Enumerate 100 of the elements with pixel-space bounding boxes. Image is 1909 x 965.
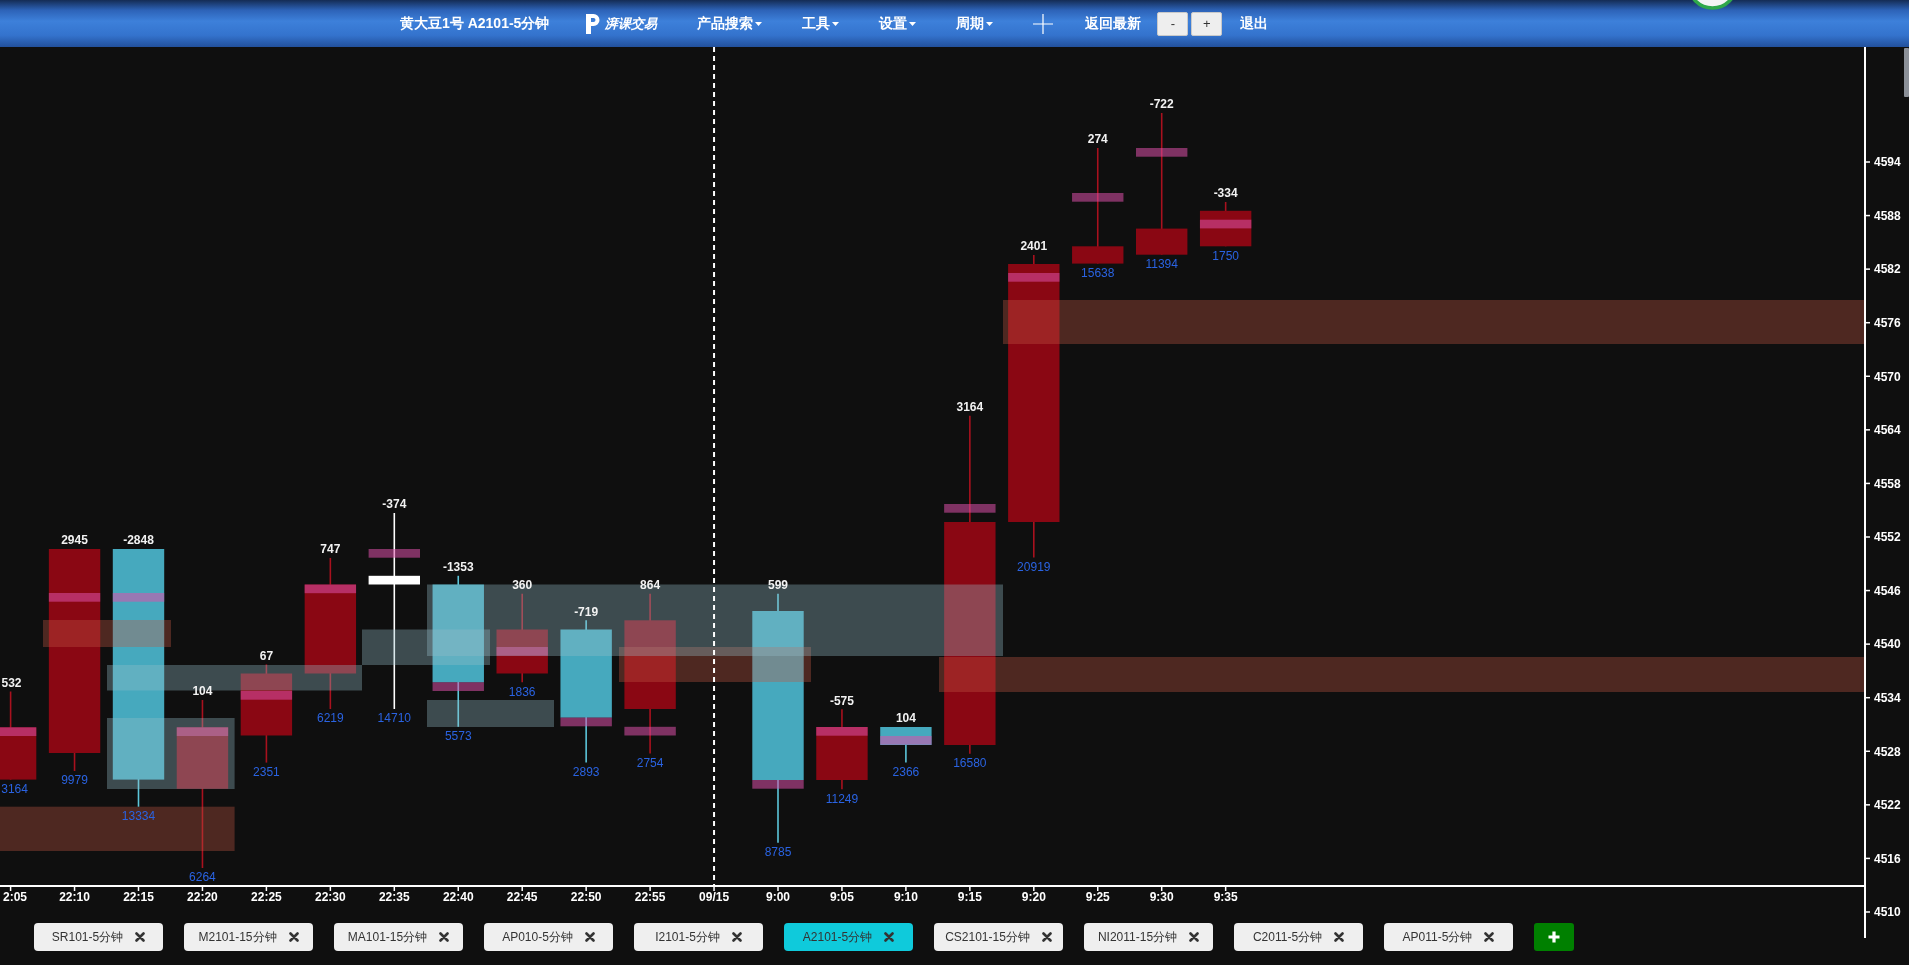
- logo-icon: [585, 12, 601, 35]
- chart-tab[interactable]: SR101-5分钟: [34, 923, 163, 951]
- close-icon[interactable]: [884, 932, 895, 942]
- candle-top-label: 532: [1, 675, 22, 690]
- candle-top-label: 599: [768, 578, 788, 592]
- candle-top-label: 864: [640, 578, 661, 592]
- x-axis-label: 2:05: [3, 890, 27, 904]
- caret-icon: [909, 21, 917, 26]
- x-axis-label: 22:45: [506, 890, 538, 904]
- chart-tab[interactable]: C2011-5分钟: [1234, 923, 1363, 951]
- candle-bottom-label: 2754: [636, 755, 664, 770]
- exit-button[interactable]: 退出: [1240, 14, 1269, 33]
- x-axis-label: 22:25: [251, 890, 282, 904]
- x-axis-label: 9:25: [1085, 890, 1110, 904]
- menu-button[interactable]: 设置: [879, 14, 917, 33]
- candlestick: [1199, 201, 1252, 248]
- y-axis-label: 4582: [1874, 262, 1901, 277]
- y-axis-label: 4570: [1874, 369, 1901, 384]
- candle-top-label: 67: [259, 648, 274, 663]
- close-icon[interactable]: [584, 932, 595, 942]
- x-axis-label: 22:15: [123, 890, 154, 904]
- candle-bottom-label: 13334: [121, 809, 156, 823]
- x-axis-label: 9:35: [1213, 890, 1238, 904]
- zoom-out-button[interactable]: -: [1157, 11, 1189, 36]
- candle-top-label: -1353: [442, 560, 474, 575]
- y-axis-label: 4558: [1874, 476, 1901, 491]
- candle-bottom-label: 20919: [1017, 559, 1051, 574]
- y-axis-label: 4528: [1874, 744, 1901, 759]
- plus-icon: [1548, 931, 1560, 943]
- caret-icon: [832, 21, 840, 26]
- chart-tab[interactable]: M2101-15分钟: [184, 923, 313, 951]
- x-axis-label: 09/15: [699, 890, 730, 904]
- close-icon[interactable]: [731, 932, 742, 942]
- candle-top-label: 104: [192, 684, 213, 699]
- y-axis-label: 4594: [1874, 155, 1901, 170]
- menu-button[interactable]: 产品搜索: [697, 14, 763, 33]
- candle-bottom-label: 8785: [764, 845, 792, 859]
- candle-bottom-label: 14710: [377, 711, 411, 726]
- candle-top-label: 747: [320, 542, 341, 557]
- close-icon[interactable]: [1484, 932, 1495, 942]
- caret-icon: [755, 21, 763, 26]
- menu-button[interactable]: 周期: [956, 14, 994, 33]
- add-tab-button[interactable]: [1534, 923, 1574, 951]
- scrollbar-thumb[interactable]: [1904, 48, 1909, 97]
- x-axis-label: 22:35: [378, 890, 410, 904]
- close-icon[interactable]: [1041, 932, 1052, 942]
- latest-button[interactable]: 返回最新: [1085, 14, 1142, 33]
- chart-tab[interactable]: CS2101-15分钟: [934, 923, 1063, 951]
- close-icon[interactable]: [1334, 932, 1345, 942]
- candle-bottom-label: 11394: [1145, 257, 1178, 271]
- zoom-in-button[interactable]: +: [1191, 11, 1223, 36]
- chart-tab[interactable]: NI2011-15分钟: [1084, 923, 1213, 951]
- chart-tab[interactable]: MA101-15分钟: [334, 923, 463, 951]
- menu-button[interactable]: 工具: [802, 14, 840, 33]
- candle-bottom-label: 6219: [317, 711, 344, 726]
- y-axis-label: 4546: [1874, 583, 1901, 598]
- candle-top-label: -575: [829, 693, 854, 708]
- x-axis-label: 22:40: [442, 890, 474, 904]
- x-axis-label: 22:20: [187, 890, 218, 904]
- candle-top-label: -722: [1149, 97, 1174, 112]
- candle-top-label: -2848: [123, 533, 154, 548]
- close-icon[interactable]: [439, 932, 450, 942]
- caret-icon: [986, 21, 994, 26]
- candle-bottom-label: 15638: [1081, 265, 1115, 280]
- close-icon[interactable]: [1189, 932, 1200, 942]
- y-axis-label: 4510: [1874, 905, 1901, 920]
- candlestick: [880, 726, 932, 764]
- candle-top-label: -334: [1213, 186, 1238, 201]
- candle-bottom-label: 2893: [572, 764, 600, 779]
- close-icon[interactable]: [288, 932, 299, 942]
- x-axis-label: 9:10: [893, 890, 918, 904]
- x-axis-label: 22:55: [634, 890, 666, 904]
- close-icon[interactable]: [135, 932, 146, 942]
- candle-bottom-label: 3164: [1, 781, 28, 796]
- candle-bottom-label: 9979: [61, 773, 88, 788]
- chart-tab[interactable]: I2101-5分钟: [634, 923, 763, 951]
- x-axis-label: 22:50: [570, 890, 602, 904]
- chart-tab[interactable]: AP011-5分钟: [1384, 923, 1513, 951]
- y-axis-label: 4552: [1874, 530, 1901, 545]
- y-axis-label: 4588: [1874, 208, 1901, 223]
- y-axis-label: 4522: [1874, 798, 1901, 813]
- candle-bottom-label: 2351: [253, 764, 280, 779]
- x-axis-label: 9:30: [1149, 890, 1174, 904]
- logo-text: 湃课交易: [605, 14, 658, 33]
- candle-bottom-label: 6264: [189, 870, 216, 885]
- y-axis-label: 4564: [1874, 423, 1901, 438]
- candle-top-label: 3164: [956, 400, 984, 415]
- x-axis-label: 9:15: [957, 890, 982, 904]
- candle-top-label: -374: [382, 497, 407, 512]
- candle-top-label: 274: [1087, 132, 1108, 147]
- x-axis-label: 22:10: [59, 890, 90, 904]
- chart-tab[interactable]: AP010-5分钟: [484, 923, 613, 951]
- y-axis-label: 4540: [1874, 637, 1901, 652]
- candle-bottom-label: 2366: [892, 764, 920, 779]
- x-axis-label: 22:30: [315, 890, 346, 904]
- x-axis-label: 9:05: [829, 890, 854, 904]
- crosshair-icon[interactable]: [1033, 13, 1054, 34]
- chart-tab[interactable]: A2101-5分钟: [784, 923, 913, 951]
- candle-top-label: 104: [895, 711, 916, 726]
- candle-bottom-label: 1836: [508, 684, 536, 699]
